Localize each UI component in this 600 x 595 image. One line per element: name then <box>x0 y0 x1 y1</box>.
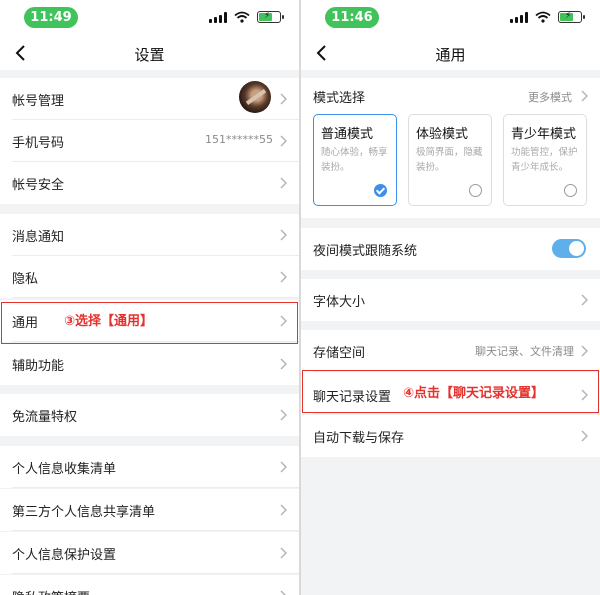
mode-title: 体验模式 <box>416 127 469 142</box>
mode-title: 青少年模式 <box>511 127 577 142</box>
row-label: 隐私政策摘要 <box>12 587 90 595</box>
nav-bar: 通用 <box>301 36 600 70</box>
nav-bar: 设置 <box>0 36 299 70</box>
battery-icon: ⚡ <box>558 11 585 23</box>
status-time: 11:46 <box>325 7 379 28</box>
settings-item-third-party-sharing[interactable]: 第三方个人信息共享清单 <box>0 489 299 531</box>
step-annotation: ③选择【通用】 <box>64 314 154 329</box>
row-label: 隐私 <box>12 272 39 287</box>
chevron-right-icon <box>280 547 287 559</box>
divider <box>12 297 299 298</box>
page-title: 通用 <box>435 46 466 64</box>
more-modes-link[interactable]: 更多模式 <box>528 89 572 105</box>
phone-number-value: 151******55 <box>205 133 273 146</box>
chevron-right-icon <box>280 271 287 283</box>
storage-row[interactable]: 存储空间 聊天记录、文件清理 <box>301 330 600 372</box>
divider <box>12 530 299 531</box>
status-icons: ⚡ <box>510 11 585 23</box>
wifi-icon <box>234 11 250 23</box>
status-bar: 11:46 ⚡ <box>301 0 600 36</box>
mode-desc: 极简界面，隐藏装扮。 <box>416 147 483 173</box>
signal-icon <box>209 11 227 23</box>
status-bar: 11:49 ⚡ <box>0 0 299 36</box>
chevron-right-icon <box>280 461 287 473</box>
mode-desc: 随心体验，畅享装扮。 <box>321 147 388 173</box>
font-size-row[interactable]: 字体大小 <box>301 279 600 321</box>
chevron-right-icon <box>280 177 287 189</box>
row-label: 个人信息保护设置 <box>12 548 117 563</box>
row-label: 辅助功能 <box>12 359 65 374</box>
chevron-right-icon <box>581 294 588 306</box>
settings-screen: 11:49 ⚡ 设置 帐号管理 手机号码 151******55 帐号安全 消息… <box>0 0 299 595</box>
night-mode-toggle[interactable] <box>552 239 586 258</box>
storage-value: 聊天记录、文件清理 <box>475 345 574 358</box>
mode-card-normal[interactable]: 普通模式 随心体验，畅享装扮。 <box>313 114 397 206</box>
status-time: 11:49 <box>24 7 78 28</box>
settings-item-phone[interactable]: 手机号码 151******55 <box>0 120 299 162</box>
status-icons: ⚡ <box>209 11 284 23</box>
chevron-right-icon <box>581 345 588 357</box>
settings-item-privacy[interactable]: 隐私 <box>0 256 299 298</box>
mode-card-teen[interactable]: 青少年模式 功能管控，保护青少年成长。 <box>503 114 587 206</box>
chevron-right-icon <box>581 90 588 102</box>
chevron-right-icon <box>280 590 287 595</box>
settings-item-privacy-summary[interactable]: 隐私政策摘要 <box>0 575 299 595</box>
page-title: 设置 <box>134 46 165 64</box>
mode-desc: 功能管控，保护青少年成长。 <box>511 147 578 173</box>
mode-title: 普通模式 <box>321 127 374 142</box>
radio-unchecked-icon <box>469 184 482 197</box>
settings-item-accessibility[interactable]: 辅助功能 <box>0 343 299 385</box>
chevron-right-icon <box>280 135 287 147</box>
signal-icon <box>510 11 528 23</box>
battery-icon: ⚡ <box>257 11 284 23</box>
divider <box>313 413 600 414</box>
row-label: 帐号管理 <box>12 94 65 109</box>
row-label: 自动下载与保存 <box>313 431 405 446</box>
row-label: 夜间模式跟随系统 <box>313 244 418 259</box>
general-settings-screen: 11:46 ⚡ 通用 模式选择 更多模式 普通模式 随心体验，畅享装扮。 体验模… <box>301 0 600 595</box>
chevron-right-icon <box>280 409 287 421</box>
row-label: 个人信息收集清单 <box>12 462 117 477</box>
chevron-right-icon <box>581 430 588 442</box>
row-label: 第三方个人信息共享清单 <box>12 505 156 520</box>
row-label: 帐号安全 <box>12 178 65 193</box>
radio-unchecked-icon <box>564 184 577 197</box>
settings-item-account[interactable]: 帐号管理 <box>0 78 299 120</box>
chevron-right-icon <box>280 358 287 370</box>
row-label: 消息通知 <box>12 230 65 245</box>
auto-download-row[interactable]: 自动下载与保存 <box>301 415 600 457</box>
mode-section-label: 模式选择 <box>313 91 366 106</box>
settings-item-info-protection[interactable]: 个人信息保护设置 <box>0 532 299 574</box>
night-mode-row: 夜间模式跟随系统 <box>301 228 600 270</box>
settings-item-security[interactable]: 帐号安全 <box>0 162 299 204</box>
avatar <box>239 81 271 113</box>
settings-item-info-collection[interactable]: 个人信息收集清单 <box>0 446 299 488</box>
row-label: 免流量特权 <box>12 410 78 425</box>
radio-checked-icon <box>374 184 387 197</box>
chevron-right-icon <box>280 229 287 241</box>
row-label: 字体大小 <box>313 295 366 310</box>
settings-item-free-data[interactable]: 免流量特权 <box>0 394 299 436</box>
divider <box>12 487 299 488</box>
wifi-icon <box>535 11 551 23</box>
divider <box>12 573 299 574</box>
mode-card-experience[interactable]: 体验模式 极简界面，隐藏装扮。 <box>408 114 492 206</box>
row-label: 手机号码 <box>12 136 65 151</box>
chevron-right-icon <box>280 504 287 516</box>
row-label: 存储空间 <box>313 346 366 361</box>
chevron-right-icon <box>280 93 287 105</box>
settings-item-notifications[interactable]: 消息通知 <box>0 214 299 256</box>
step-annotation: ④点击【聊天记录设置】 <box>403 386 545 401</box>
